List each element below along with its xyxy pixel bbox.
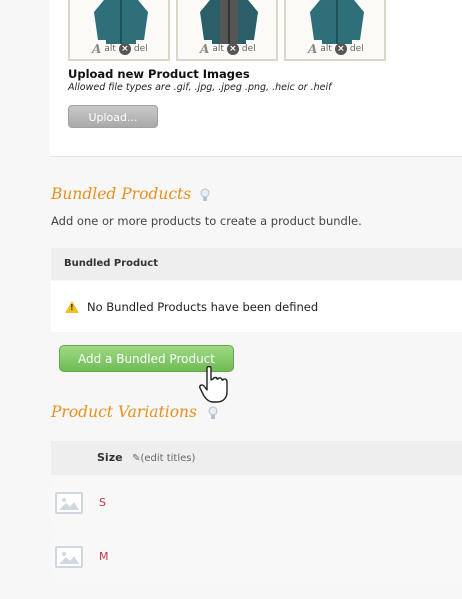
upload-file-types-note: Allowed file types are .gif, .jpg, .jpeg…: [68, 82, 332, 93]
alt-text-icon[interactable]: A: [308, 42, 317, 56]
lightbulb-icon[interactable]: [200, 188, 210, 202]
jacket-image: [200, 0, 258, 44]
del-label[interactable]: del: [350, 44, 364, 54]
bundled-products-heading: Bundled Products: [51, 185, 192, 203]
alt-text-icon[interactable]: A: [92, 42, 101, 56]
variation-label[interactable]: S: [99, 496, 106, 509]
lightbulb-icon[interactable]: [208, 406, 218, 420]
product-images-panel: A alt × del A alt × del A alt × del Uplo…: [50, 0, 462, 157]
image-placeholder-icon[interactable]: [55, 491, 83, 514]
jacket-image: [310, 0, 364, 44]
size-column-header: Size: [97, 451, 123, 464]
bundled-product-column-header: Bundled Product: [51, 248, 462, 280]
variations-header: Size ✎(edit titles): [51, 441, 462, 475]
image-thumbnails: A alt × del A alt × del A alt × del: [68, 0, 386, 61]
delete-icon[interactable]: ×: [334, 43, 347, 55]
del-label[interactable]: del: [242, 44, 256, 54]
product-variations-heading: Product Variations: [51, 403, 197, 421]
product-image-thumb[interactable]: A alt × del: [284, 0, 386, 61]
alt-label[interactable]: alt: [212, 44, 224, 54]
delete-icon[interactable]: ×: [226, 43, 239, 55]
upload-button[interactable]: Upload...: [68, 105, 158, 128]
variation-label[interactable]: M: [99, 550, 109, 563]
image-placeholder-icon[interactable]: [55, 545, 83, 568]
warning-icon: !: [65, 300, 79, 313]
thumb-actions: A alt × del: [92, 42, 148, 56]
bundled-empty-row: ! No Bundled Products have been defined: [51, 281, 462, 332]
hand-cursor-icon: [199, 366, 228, 403]
alt-label[interactable]: alt: [104, 44, 116, 54]
product-edit-page: A alt × del A alt × del A alt × del Uplo…: [0, 0, 462, 599]
bundled-products-description: Add one or more products to create a pro…: [51, 214, 362, 228]
delete-icon[interactable]: ×: [118, 43, 131, 55]
empty-message: No Bundled Products have been defined: [87, 299, 319, 314]
alt-text-icon[interactable]: A: [200, 42, 209, 56]
thumb-actions: A alt × del: [308, 42, 364, 56]
upload-title: Upload new Product Images: [68, 67, 250, 81]
variation-row: M: [51, 530, 462, 583]
edit-titles-label[interactable]: (edit titles): [140, 453, 195, 464]
edit-titles-link[interactable]: ✎(edit titles): [132, 453, 195, 464]
product-image-thumb[interactable]: A alt × del: [68, 0, 170, 61]
thumb-actions: A alt × del: [200, 42, 256, 56]
variation-row: S: [51, 476, 462, 529]
del-label[interactable]: del: [134, 44, 148, 54]
jacket-image: [94, 0, 148, 44]
alt-label[interactable]: alt: [320, 44, 332, 54]
product-image-thumb[interactable]: A alt × del: [176, 0, 278, 61]
